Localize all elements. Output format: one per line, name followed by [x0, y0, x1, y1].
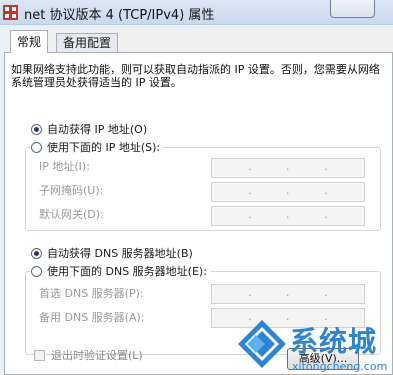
watermark-brand: 系统城 [290, 325, 378, 358]
tab-alternate-configuration[interactable]: 备用配置 [56, 33, 119, 52]
manual-ip-option[interactable]: 使用下面的 IP 地址(S): [31, 140, 164, 156]
manual-dns-label: 使用下面的 DNS 服务器地址(E): [47, 265, 207, 278]
auto-dns-label: 自动获得 DNS 服务器地址(B) [47, 247, 193, 260]
auto-dns-option[interactable]: 自动获得 DNS 服务器地址(B) [31, 246, 193, 262]
ip-address-input[interactable] [211, 158, 365, 178]
auto-ip-option[interactable]: 自动获得 IP 地址(O) [31, 122, 147, 138]
preferred-dns-label: 首选 DNS 服务器(P): [39, 287, 144, 300]
tab-general[interactable]: 常规 [10, 30, 49, 53]
title-bar: net 协议版本 4 (TCP/IPv4) 属性 [0, 0, 393, 25]
validate-on-exit-label: 退出时验证设置(L) [51, 349, 143, 362]
manual-ip-radio[interactable] [31, 142, 42, 153]
manual-dns-option[interactable]: 使用下面的 DNS 服务器地址(E): [31, 264, 210, 280]
alternate-dns-label: 备用 DNS 服务器(A): [39, 311, 145, 324]
default-gateway-label: 默认网关(D): [39, 208, 104, 221]
close-button[interactable] [330, 0, 375, 18]
auto-ip-label: 自动获得 IP 地址(O) [47, 123, 148, 136]
watermark: 系统城 xitongcheng.com [236, 318, 393, 375]
watermark-url: xitongcheng.com [292, 360, 388, 373]
validate-on-exit-option[interactable]: 退出时验证设置(L) [34, 348, 143, 364]
subnet-mask-label: 子网掩码(U): [39, 184, 104, 197]
default-gateway-input[interactable] [211, 206, 365, 226]
validate-on-exit-checkbox[interactable] [34, 350, 45, 361]
ip-address-label: IP 地址(I): [39, 160, 90, 173]
window-title: net 协议版本 4 (TCP/IPv4) 属性 [24, 8, 215, 23]
manual-dns-radio[interactable] [31, 266, 42, 277]
preferred-dns-input[interactable] [211, 284, 365, 304]
auto-ip-radio[interactable] [31, 124, 42, 135]
app-icon [3, 5, 18, 20]
subnet-mask-input[interactable] [211, 182, 365, 202]
auto-dns-radio[interactable] [31, 248, 42, 259]
manual-ip-label: 使用下面的 IP 地址(S): [47, 141, 161, 154]
description-text: 如果网络支持此功能，则可以获取自动指派的 IP 设置。否则，您需要从网络系统管理… [11, 63, 380, 89]
watermark-logo-icon [238, 320, 286, 368]
